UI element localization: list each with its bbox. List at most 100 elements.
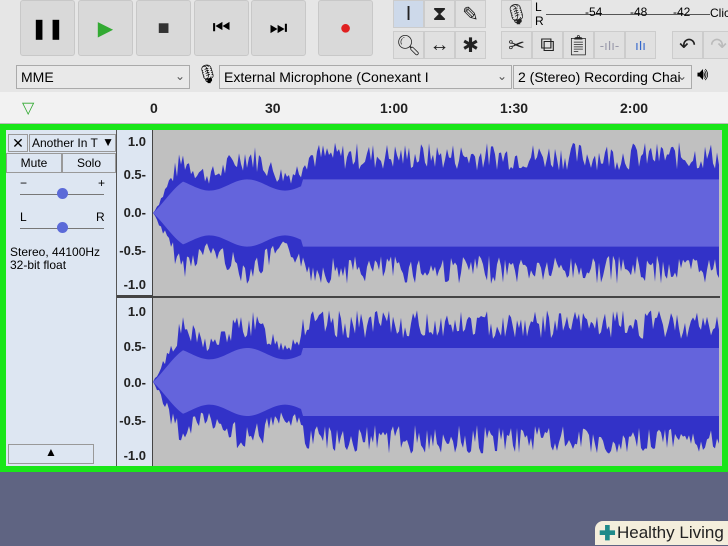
ruler-label: 1:30 — [500, 100, 529, 116]
audio-host-select[interactable]: MME ⌄ — [16, 65, 190, 89]
mic-meter-button[interactable]: 🎙︎ — [501, 0, 532, 28]
vertical-scale-right[interactable]: 1.0 0.5- 0.0- -0.5- -1.0 — [117, 298, 153, 466]
stop-icon: ■ — [157, 16, 170, 39]
track-name-menu[interactable]: Another In T ▼ — [29, 134, 116, 152]
scale-label: 0.5- — [123, 339, 146, 354]
up-triangle-icon: ▲ — [45, 445, 57, 459]
microphone-icon: 🎙︎ — [503, 3, 530, 26]
collapse-track-button[interactable]: ▲ — [8, 444, 94, 464]
microphone-icon: 🎙︎ — [196, 64, 219, 84]
speaker-icon: 🔊︎ — [697, 64, 709, 84]
clipboard-icon: 📋︎ — [565, 34, 592, 57]
pan-left-label: L — [20, 210, 27, 224]
watermark: ✚ Healthy Living — [595, 521, 728, 545]
record-icon: ● — [339, 16, 352, 39]
undo-button[interactable]: ↶ — [672, 31, 703, 59]
stop-button[interactable]: ■ — [136, 0, 191, 56]
gain-minus-label: − — [20, 176, 28, 190]
play-button[interactable]: ▶ — [78, 0, 133, 56]
multi-tool[interactable]: ✱ — [455, 31, 486, 59]
scale-label: -0.5- — [119, 413, 146, 428]
play-head-triangle-icon[interactable]: ▽ — [22, 98, 34, 118]
skip-start-icon: ⏮ — [212, 16, 231, 39]
waveform-right-channel[interactable] — [153, 298, 720, 466]
gain-slider-knob[interactable] — [57, 188, 68, 199]
close-track-button[interactable]: ✕ — [8, 134, 28, 152]
ruler-label: 1:00 — [380, 100, 409, 116]
watermark-text: Healthy Living — [617, 523, 724, 542]
magnifier-icon: 🔍︎ — [395, 34, 422, 57]
paste-button[interactable]: 📋︎ — [563, 31, 594, 59]
silence-button[interactable]: ıIı — [625, 31, 656, 59]
track-name: Another In T — [32, 136, 98, 150]
solo-button[interactable]: Solo — [62, 153, 116, 173]
track-bit-depth: 32-bit float — [10, 258, 67, 272]
waveform-rms — [153, 179, 719, 247]
i-beam-icon: I — [405, 2, 412, 25]
meter-tick: -42 — [673, 5, 691, 19]
close-icon: ✕ — [12, 135, 24, 151]
cut-button[interactable]: ✂ — [501, 31, 532, 59]
selection-tool[interactable]: I — [393, 0, 424, 28]
skip-end-button[interactable]: ⏭ — [251, 0, 306, 56]
toolbar: ❚❚ ▶ ■ ⏮ ⏭ ● I ⧗ ✎ 🔍︎ ↔ ✱ 🎙︎ LR -54 -48 … — [0, 0, 728, 62]
scale-label: -1.0 — [123, 277, 146, 292]
timeline-ruler[interactable]: ▽ 0 30 1:00 1:30 2:00 — [0, 92, 728, 124]
mute-button[interactable]: Mute — [6, 153, 62, 173]
pause-button[interactable]: ❚❚ — [20, 0, 75, 56]
meter-tick: -54 — [585, 5, 603, 19]
scale-label: 0.0- — [123, 375, 146, 390]
scissors-icon: ✂ — [508, 34, 525, 57]
cross-logo-icon: ✚ — [599, 523, 616, 545]
zoom-tool[interactable]: 🔍︎ — [393, 31, 424, 59]
ruler-label: 0 — [150, 100, 158, 116]
play-icon: ▶ — [97, 17, 114, 40]
scale-label: -1.0 — [123, 448, 146, 463]
asterisk-icon: ✱ — [462, 34, 479, 57]
ruler-label: 30 — [265, 100, 281, 116]
meter-right-label: R — [535, 14, 544, 28]
pencil-icon: ✎ — [462, 3, 479, 26]
timeshift-tool[interactable]: ↔ — [424, 31, 455, 59]
silence-icon: ıIı — [635, 37, 646, 53]
meter-left-label: L — [535, 0, 542, 14]
scale-label: 1.0 — [127, 304, 146, 319]
scale-label: 1.0 — [127, 134, 146, 149]
copy-icon: ⧉ — [540, 33, 555, 56]
scale-label: -0.5- — [119, 243, 146, 258]
draw-tool[interactable]: ✎ — [455, 0, 486, 28]
redo-button[interactable]: ↷ — [703, 31, 728, 59]
skip-end-icon: ⏭ — [269, 16, 288, 39]
meter-tick: -48 — [630, 5, 648, 19]
record-button[interactable]: ● — [318, 0, 373, 56]
scale-label: 0.5- — [123, 167, 146, 182]
skip-start-button[interactable]: ⏮ — [194, 0, 249, 56]
redo-icon: ↷ — [710, 34, 727, 57]
channels-select[interactable]: 2 (Stereo) Recording Chai ⌄ — [513, 65, 692, 89]
chevron-down-icon: ⌄ — [676, 69, 687, 83]
envelope-icon: ⧗ — [432, 2, 447, 25]
track-control-panel: ✕ Another In T ▼ Mute Solo − + L R Stereo… — [6, 130, 117, 466]
meter-hint[interactable]: Clic — [710, 6, 728, 20]
audio-host-value: MME — [21, 69, 54, 85]
input-device-select[interactable]: External Microphone (Conexant I ⌄ — [219, 65, 512, 89]
dropdown-triangle-icon: ▼ — [102, 135, 114, 149]
undo-icon: ↶ — [679, 34, 696, 57]
waveform-left-channel[interactable] — [153, 130, 720, 296]
pan-right-label: R — [96, 210, 105, 224]
pan-slider-knob[interactable] — [57, 222, 68, 233]
input-device-value: External Microphone (Conexant I — [224, 69, 429, 85]
scale-label: 0.0- — [123, 205, 146, 220]
copy-button[interactable]: ⧉ — [532, 31, 563, 59]
trim-button[interactable]: -ıIı- — [594, 31, 625, 59]
ruler-label: 2:00 — [620, 100, 649, 116]
envelope-tool[interactable]: ⧗ — [424, 0, 455, 28]
vertical-scale-left[interactable]: 1.0 0.5- 0.0- -0.5- -1.0 — [117, 130, 153, 296]
trim-icon: -ıIı- — [599, 37, 620, 53]
pause-icon: ❚❚ — [30, 17, 65, 40]
chevron-down-icon: ⌄ — [496, 69, 507, 83]
double-arrow-icon: ↔ — [429, 33, 450, 56]
gain-plus-label: + — [98, 176, 106, 190]
channels-value: 2 (Stereo) Recording Chai — [518, 69, 681, 85]
device-toolbar: MME ⌄ 🎙︎ External Microphone (Conexant I ⌄… — [0, 62, 728, 92]
